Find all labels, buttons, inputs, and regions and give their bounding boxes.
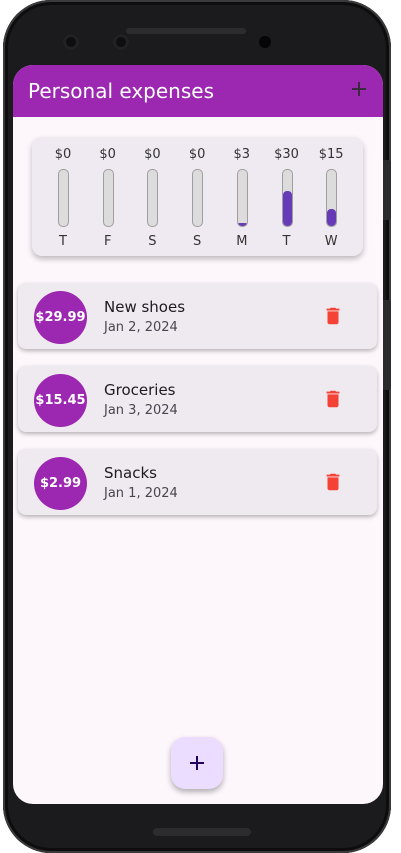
plus-icon [190,756,204,770]
bar-day-label: F [103,234,112,249]
expense-date: Jan 3, 2024 [104,403,178,418]
bar-day-label: S [148,234,157,249]
chart-bar: $0 S [130,147,174,251]
weekly-chart: $0 T $0 F $0 S $0 S $3 M $30 T $15 W [32,137,363,256]
chart-bar: $30 T [265,147,309,251]
earpiece-speaker [126,28,246,34]
expense-date: Jan 1, 2024 [104,486,178,501]
expense-title: Groceries [104,381,176,399]
expense-title: Snacks [104,464,157,482]
bar-track [236,169,248,227]
trash-icon[interactable] [322,471,344,493]
bar-amount-label: $0 [144,147,161,162]
bottom-speaker [153,828,251,836]
bar-amount-label: $30 [274,147,299,162]
bar-day-label: W [324,234,338,249]
list-item[interactable]: $15.45 Groceries Jan 3, 2024 [18,366,377,432]
expense-date: Jan 2, 2024 [104,320,178,335]
chart-bar: $0 S [175,147,219,251]
bar-track [192,169,204,227]
amount-avatar: $2.99 [34,457,87,510]
chart-bar: $0 F [86,147,130,251]
bar-day-label: M [236,234,248,249]
bar-fill [282,191,292,226]
expense-title: New shoes [104,298,186,316]
bar-fill [327,208,337,226]
camera-dot [259,36,271,48]
bar-amount-label: $0 [99,147,116,162]
trash-icon[interactable] [322,388,344,410]
chart-bar: $3 M [220,147,264,251]
front-sensor [113,34,129,50]
chart-bar: $0 T [41,147,85,251]
amount-avatar: $15.45 [34,374,87,427]
front-camera [63,34,79,50]
bar-track [58,169,69,227]
list-item[interactable]: $29.99 New shoes Jan 2, 2024 [18,283,377,349]
bar-day-label: T [282,234,291,249]
bar-track [326,169,338,227]
bar-track [147,169,159,227]
bar-track [281,169,293,227]
bar-amount-label: $3 [233,147,251,162]
app-bar: Personal expenses [13,65,383,117]
bar-amount-label: $15 [318,147,344,162]
bar-day-label: T [59,234,67,249]
chart-bar: $15 W [309,147,353,251]
list-item[interactable]: $2.99 Snacks Jan 1, 2024 [18,449,377,515]
plus-icon[interactable] [349,79,369,99]
bar-day-label: S [192,234,202,249]
trash-icon[interactable] [322,305,344,327]
bar-track [102,169,114,227]
bar-fill [237,222,247,226]
bar-amount-label: $0 [188,147,206,162]
bar-amount-label: $0 [54,147,72,162]
add-expense-button[interactable] [171,737,223,789]
amount-avatar: $29.99 [34,291,87,344]
app-screen: Personal expenses $0 T $0 F $0 S $0 S $3 M $30 T $15… [13,65,383,804]
page-title: Personal expenses [28,79,214,103]
